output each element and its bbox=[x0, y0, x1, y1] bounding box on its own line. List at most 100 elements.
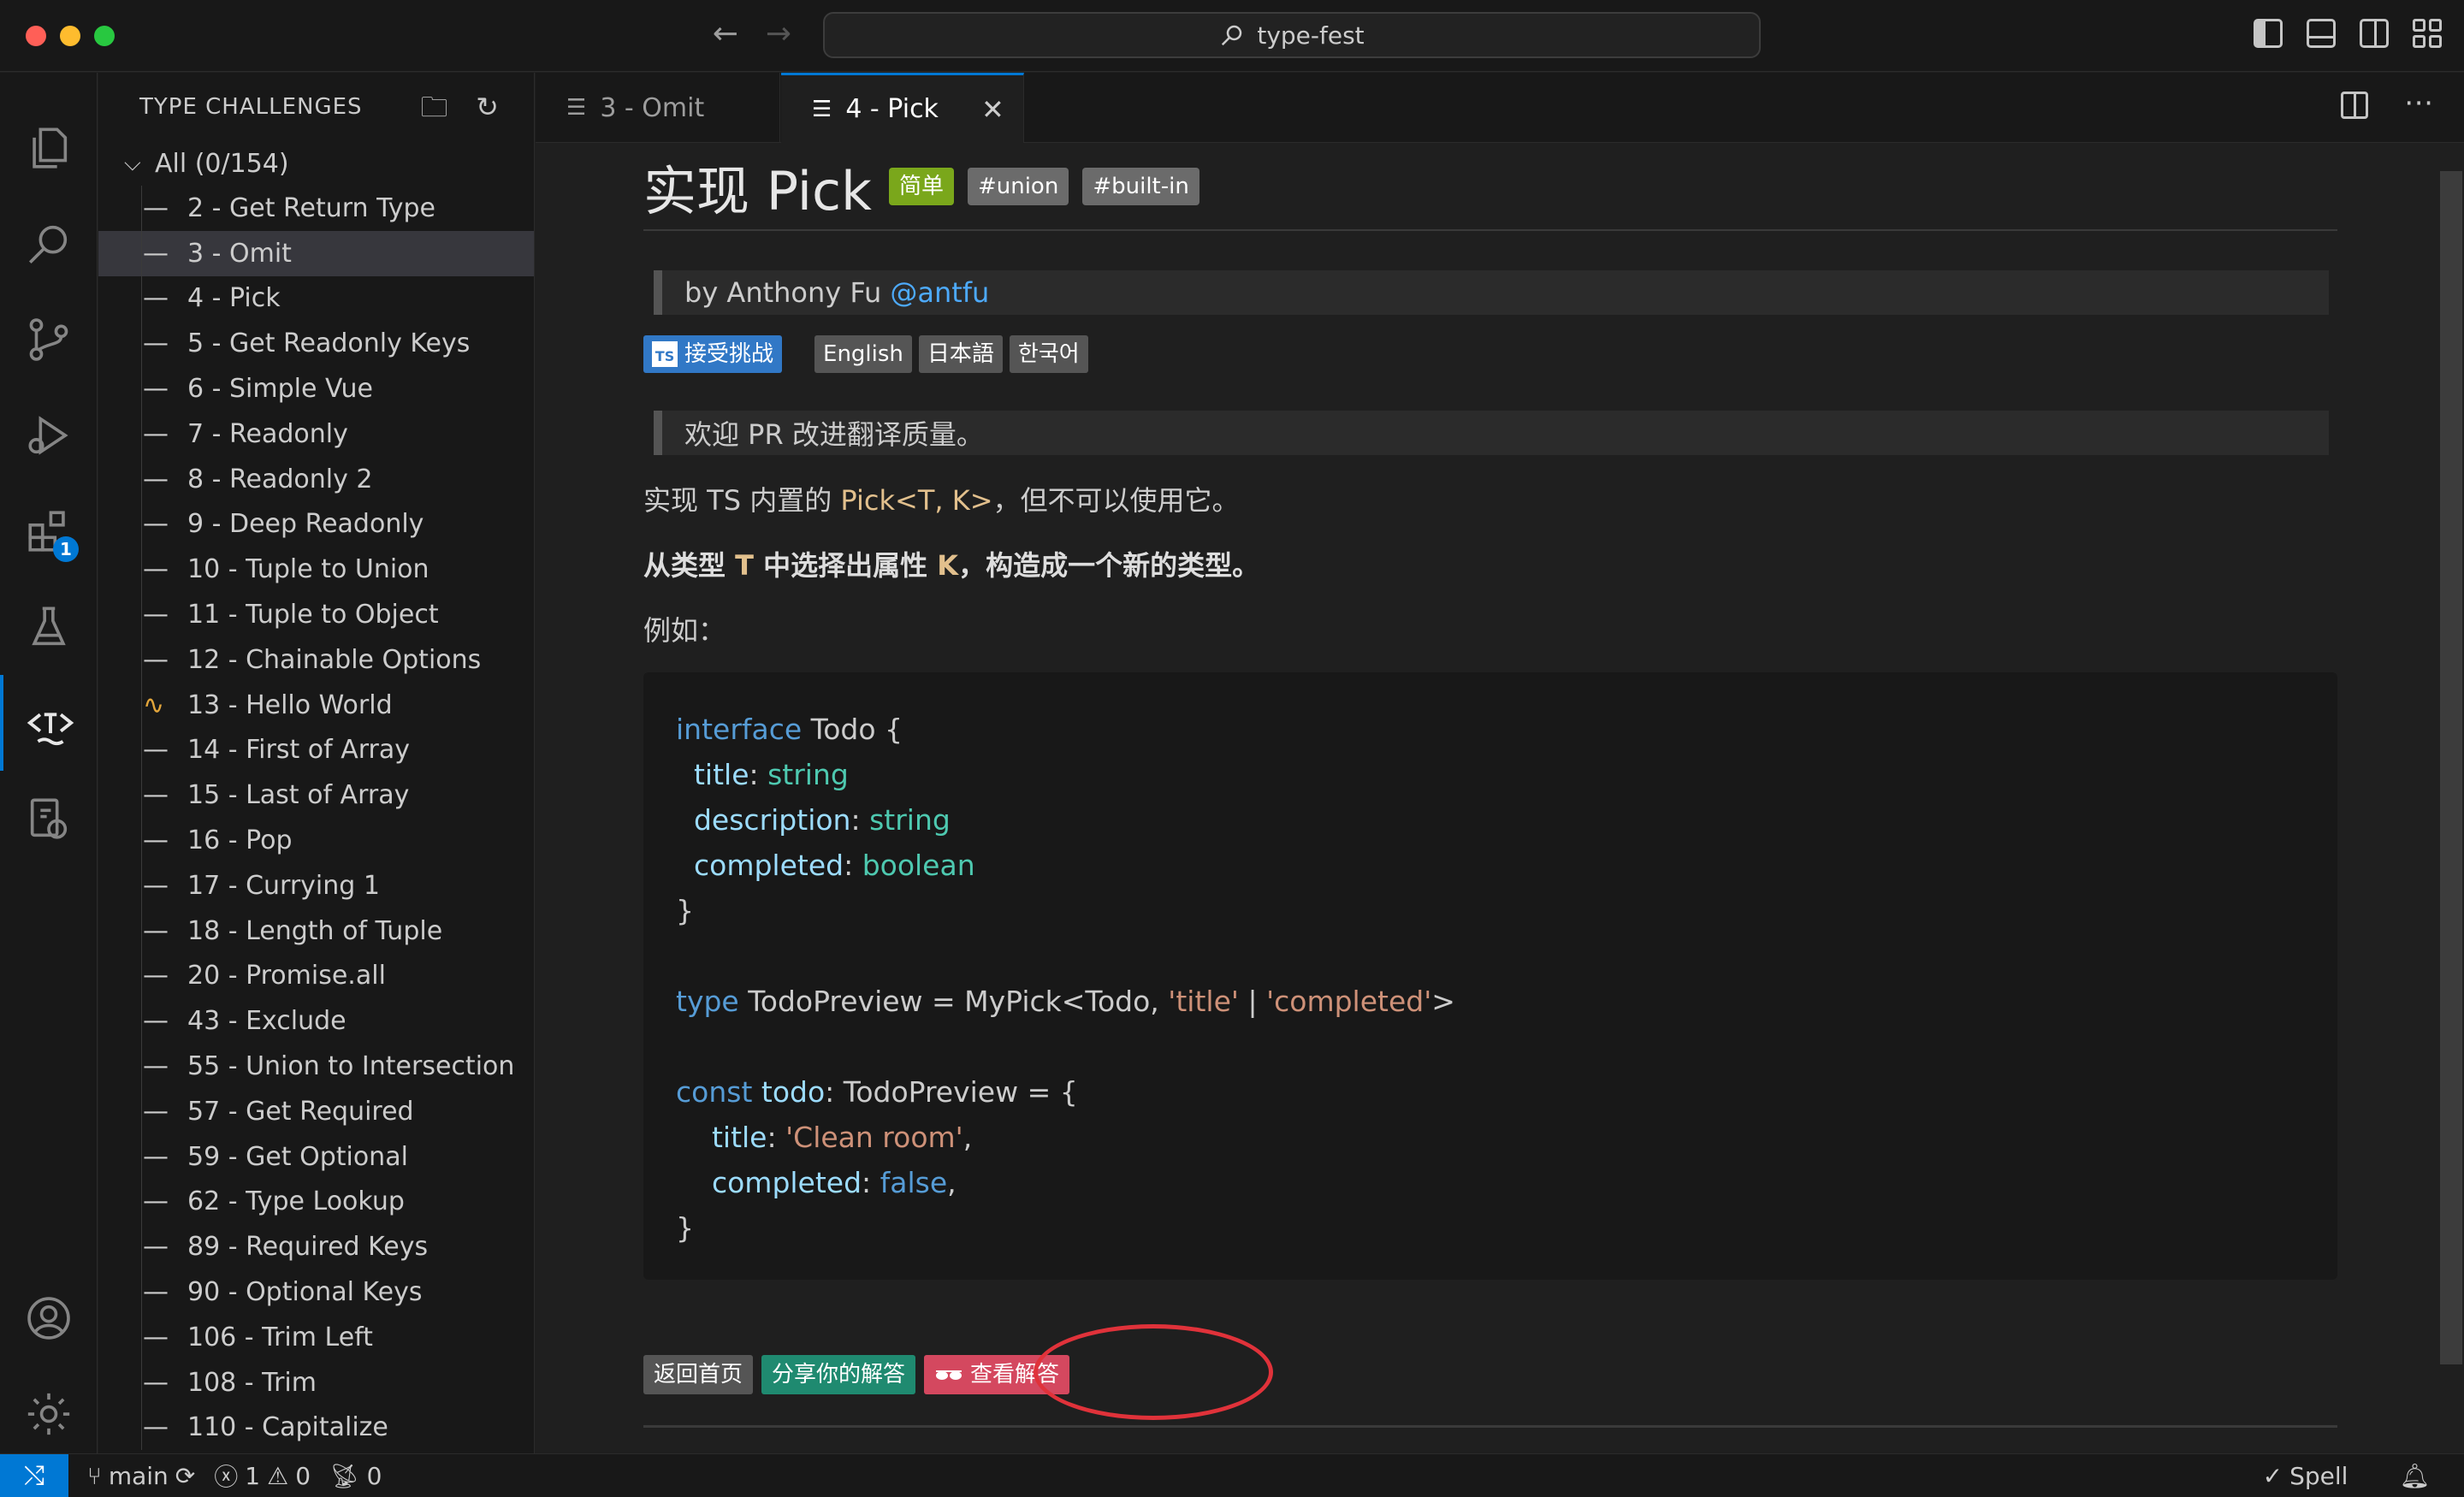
open-folder-icon[interactable]: 🗀 bbox=[419, 92, 450, 122]
take-challenge-button[interactable]: TS 接受挑战 bbox=[643, 335, 783, 373]
not-started-dash-icon: — bbox=[143, 1232, 169, 1263]
challenge-item[interactable]: — 62 - Type Lookup bbox=[98, 1180, 534, 1225]
share-solution-button[interactable]: 分享你的解答 bbox=[761, 1355, 916, 1394]
run-debug-icon[interactable] bbox=[0, 388, 98, 483]
challenge-label: 108 - Trim bbox=[187, 1367, 317, 1398]
forward-arrow-icon[interactable]: → bbox=[761, 17, 796, 51]
challenge-item[interactable]: — 89 - Required Keys bbox=[98, 1224, 534, 1269]
difficulty-badge[interactable]: 简单 bbox=[888, 168, 954, 205]
challenge-item[interactable]: — 43 - Exclude bbox=[98, 998, 534, 1044]
maximize-window-button[interactable] bbox=[94, 26, 115, 46]
toggle-primary-sidebar-icon[interactable] bbox=[2254, 19, 2283, 48]
challenge-item[interactable]: — 55 - Union to Intersection bbox=[98, 1044, 534, 1089]
challenge-item[interactable]: — 15 - Last of Array bbox=[98, 772, 534, 818]
minimize-window-button[interactable] bbox=[60, 26, 80, 46]
challenge-item[interactable]: — 2 - Get Return Type bbox=[98, 186, 534, 231]
accounts-icon[interactable] bbox=[0, 1270, 98, 1366]
challenge-label: 90 - Optional Keys bbox=[187, 1277, 423, 1308]
tag-built-in[interactable]: #built-in bbox=[1082, 168, 1199, 205]
sync-icon: ⟳ bbox=[175, 1461, 196, 1490]
challenge-item[interactable]: — 59 - Get Optional bbox=[98, 1134, 534, 1180]
type-challenges-icon[interactable] bbox=[0, 675, 98, 771]
challenge-item[interactable]: — 18 - Length of Tuple bbox=[98, 908, 534, 954]
challenge-item[interactable]: — 14 - First of Array bbox=[98, 728, 534, 773]
more-actions-icon[interactable]: ⋯ bbox=[2404, 88, 2433, 119]
notifications-bell-icon[interactable]: 🔔︎ bbox=[2399, 1462, 2430, 1490]
note-text: 欢迎 PR 改进翻译质量。 bbox=[684, 418, 984, 451]
author-link[interactable]: @antfu bbox=[890, 276, 989, 309]
lang-english-button[interactable]: English bbox=[814, 335, 912, 373]
text: 从类型 bbox=[643, 549, 736, 582]
challenge-item[interactable]: — 11 - Tuple to Object bbox=[98, 592, 534, 637]
challenge-item[interactable]: — 3 - Omit bbox=[98, 230, 534, 276]
not-started-dash-icon: — bbox=[143, 915, 169, 946]
toggle-secondary-sidebar-icon[interactable] bbox=[2360, 19, 2389, 48]
scrollbar-thumb[interactable] bbox=[2440, 171, 2462, 1364]
tree-root-all[interactable]: ⌵ All (0/154) bbox=[98, 141, 534, 186]
tab-omit[interactable]: ☰ 3 - Omit bbox=[536, 73, 780, 143]
not-started-dash-icon: — bbox=[143, 283, 169, 314]
challenge-item[interactable]: — 8 - Readonly 2 bbox=[98, 457, 534, 502]
challenge-item[interactable]: — 5 - Get Readonly Keys bbox=[98, 321, 534, 366]
challenge-item[interactable]: — 108 - Trim bbox=[98, 1360, 534, 1405]
remote-settings-icon[interactable] bbox=[0, 771, 98, 867]
manage-gear-icon[interactable] bbox=[0, 1366, 98, 1462]
challenge-item[interactable]: — 12 - Chainable Options bbox=[98, 637, 534, 683]
tab-label: 3 - Omit bbox=[600, 92, 705, 123]
explorer-icon[interactable] bbox=[0, 100, 98, 196]
challenge-item[interactable]: — 16 - Pop bbox=[98, 818, 534, 863]
not-started-dash-icon: — bbox=[143, 1367, 169, 1398]
branch-indicator[interactable]: ⑂ main ⟳ bbox=[87, 1462, 195, 1490]
check-icon: ✓ bbox=[2262, 1462, 2283, 1490]
challenge-item[interactable]: — 7 - Readonly bbox=[98, 411, 534, 457]
extensions-icon[interactable]: 1 bbox=[0, 483, 98, 579]
challenge-item[interactable]: — 90 - Optional Keys bbox=[98, 1269, 534, 1315]
close-window-button[interactable] bbox=[26, 26, 46, 46]
challenge-item[interactable]: ∿ 13 - Hello World bbox=[98, 683, 534, 728]
refresh-icon[interactable]: ↻ bbox=[472, 92, 503, 122]
sidebar-header: TYPE CHALLENGES 🗀 ↻ bbox=[98, 73, 534, 141]
back-home-button[interactable]: 返回首页 bbox=[643, 1355, 754, 1394]
challenge-item[interactable]: — 106 - Trim Left bbox=[98, 1315, 534, 1360]
challenge-item[interactable]: — 4 - Pick bbox=[98, 276, 534, 322]
spell-indicator[interactable]: ✓ Spell bbox=[2263, 1462, 2348, 1490]
highlight-annotation-circle bbox=[1034, 1324, 1273, 1420]
challenge-label: 20 - Promise.all bbox=[187, 961, 386, 991]
search-icon[interactable] bbox=[0, 196, 98, 292]
close-tab-icon[interactable]: ✕ bbox=[981, 93, 1004, 126]
problems-indicator[interactable]: ⓧ 1 ⚠ 0 bbox=[214, 1459, 311, 1493]
tag-union[interactable]: #union bbox=[967, 168, 1069, 205]
title-row: 实现 Pick 简单 #union #built-in bbox=[643, 152, 1199, 222]
error-icon: ⓧ bbox=[214, 1463, 239, 1491]
source-control-icon[interactable] bbox=[0, 292, 98, 388]
challenge-item[interactable]: — 9 - Deep Readonly bbox=[98, 502, 534, 547]
toggle-panel-icon[interactable] bbox=[2307, 19, 2336, 48]
description-line-2: 从类型 T 中选择出属性 K，构造成一个新的类型。 bbox=[643, 544, 1259, 583]
split-editor-icon[interactable] bbox=[2341, 92, 2368, 119]
ports-indicator[interactable]: 📡︎ 0 bbox=[329, 1462, 382, 1490]
remote-indicator-icon[interactable]: ⤭ bbox=[0, 1453, 68, 1497]
challenge-item[interactable]: — 17 - Currying 1 bbox=[98, 863, 534, 908]
tab-pick[interactable]: ☰ 4 - Pick ✕ bbox=[781, 73, 1024, 143]
testing-icon[interactable] bbox=[0, 579, 98, 675]
challenge-label: 4 - Pick bbox=[187, 283, 281, 314]
not-started-dash-icon: — bbox=[143, 192, 169, 223]
command-center-search[interactable]: type-fest bbox=[823, 12, 1761, 58]
challenge-item[interactable]: — 57 - Get Required bbox=[98, 1089, 534, 1134]
lang-japanese-button[interactable]: 日本語 bbox=[918, 335, 1003, 373]
code-line: completed: boolean bbox=[676, 849, 975, 882]
code-line: interface Todo { bbox=[676, 713, 903, 746]
challenge-item[interactable]: — 20 - Promise.all bbox=[98, 954, 534, 999]
take-challenge-label: 接受挑战 bbox=[684, 341, 774, 367]
back-arrow-icon[interactable]: ← bbox=[708, 17, 743, 51]
not-started-dash-icon: — bbox=[143, 1096, 169, 1127]
not-started-dash-icon: — bbox=[143, 1277, 169, 1308]
customize-layout-icon[interactable] bbox=[2413, 19, 2442, 48]
code-line: description: string bbox=[676, 803, 951, 837]
challenge-item[interactable]: — 6 - Simple Vue bbox=[98, 366, 534, 411]
lang-korean-button[interactable]: 한국어 bbox=[1009, 335, 1088, 373]
challenge-item[interactable]: — 10 - Tuple to Union bbox=[98, 547, 534, 592]
challenge-item[interactable]: — 110 - Capitalize bbox=[98, 1405, 534, 1451]
not-started-dash-icon: — bbox=[143, 509, 169, 540]
challenge-label: 12 - Chainable Options bbox=[187, 644, 482, 675]
